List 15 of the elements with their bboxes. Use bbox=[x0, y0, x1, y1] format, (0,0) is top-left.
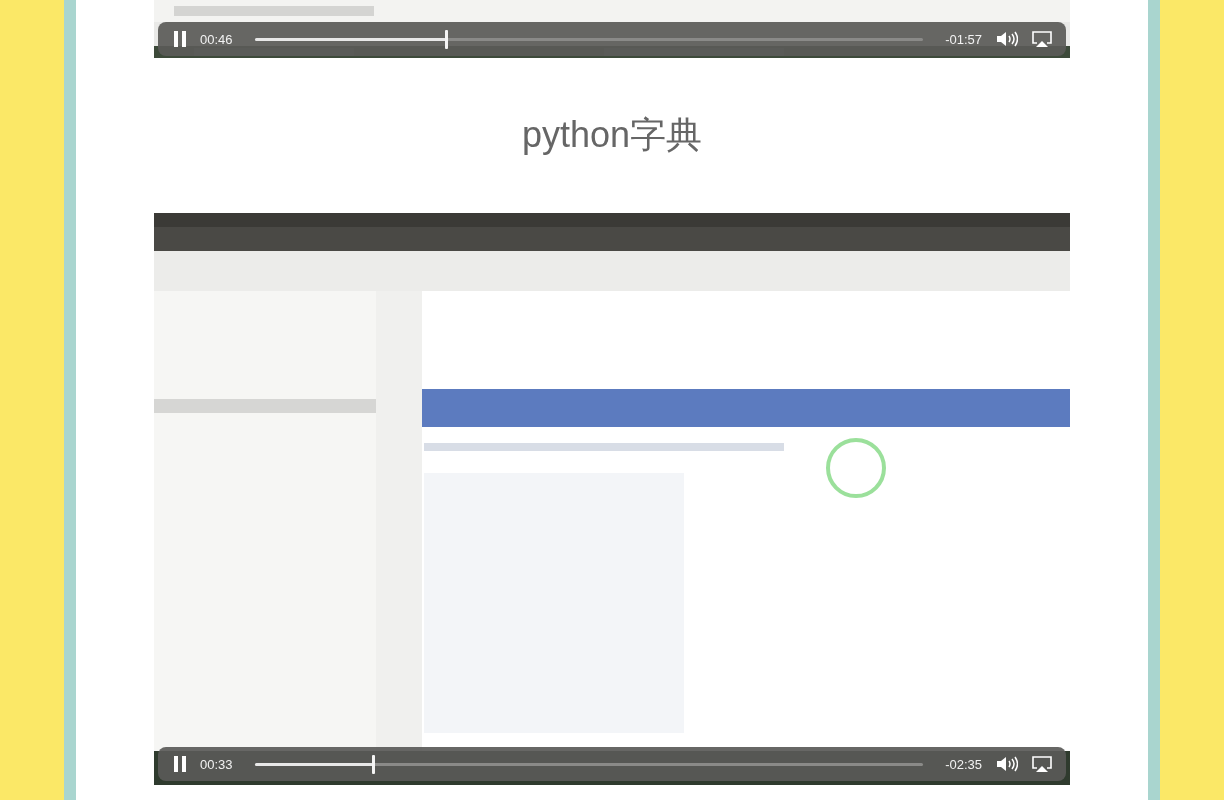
remaining-time: -01:57 bbox=[945, 31, 982, 47]
section-heading: python字典 bbox=[521, 113, 703, 157]
elapsed-time: 00:46 bbox=[200, 31, 233, 47]
remaining-time: -02:35 bbox=[945, 756, 982, 772]
slider-handle[interactable] bbox=[371, 754, 375, 774]
pause-button[interactable] bbox=[174, 31, 186, 47]
volume-icon[interactable] bbox=[996, 31, 1018, 47]
progress-slider[interactable] bbox=[254, 754, 924, 774]
progress-slider[interactable] bbox=[254, 29, 924, 49]
slider-handle[interactable] bbox=[445, 29, 449, 49]
pause-button[interactable] bbox=[174, 756, 186, 772]
volume-icon[interactable] bbox=[996, 756, 1018, 772]
elapsed-time: 00:33 bbox=[200, 756, 233, 772]
airplay-icon[interactable] bbox=[1032, 31, 1052, 47]
airplay-icon[interactable] bbox=[1032, 756, 1052, 772]
